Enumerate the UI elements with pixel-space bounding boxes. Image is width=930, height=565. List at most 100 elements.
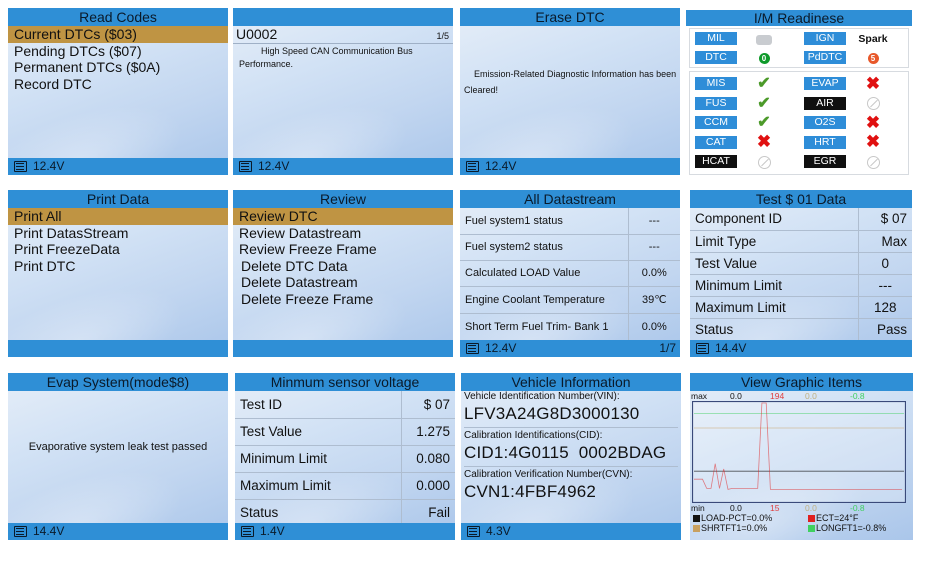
battery-icon xyxy=(14,526,27,537)
field-name: Test Value xyxy=(235,418,401,446)
not-supported-icon xyxy=(866,97,880,111)
legend-swatch xyxy=(808,524,815,532)
vin-value: LFV3A24G8D3000130 xyxy=(464,404,640,423)
menu-item-delete-dtc-data[interactable]: Delete DTC Data xyxy=(233,258,453,275)
field-value: $ 07 xyxy=(400,391,455,419)
table-row[interactable]: Short Term Fuel Trim- Bank 1 0.0% xyxy=(460,313,680,340)
min-value-shrtft1: 0.0 xyxy=(805,503,817,513)
test01-table: Component ID $ 07 Limit Type Max Test Valu… xyxy=(690,208,912,340)
screen-title: Evap System(mode$8) xyxy=(8,373,228,391)
graph-min-row: min 0.0 15 0.0 -0.8 xyxy=(690,503,913,513)
max-value-ect: 194 xyxy=(770,391,785,401)
all-datastream-screen: All Datastream Fuel system1 status --- Fu… xyxy=(460,190,680,357)
field-value: 128 xyxy=(857,296,912,319)
table-row: Test Value 0 xyxy=(690,252,912,275)
graph-max-row: max 0.0 194 0.0 -0.8 xyxy=(690,391,913,401)
status-cell: ✖ xyxy=(846,114,900,131)
menu-item-current-dtcs[interactable]: Current DTCs ($03) xyxy=(8,26,228,43)
min-value-load-pct: 0.0 xyxy=(730,503,742,513)
evap-message: Evaporative system leak test passed xyxy=(28,441,208,453)
menu-item-print-all[interactable]: Print All xyxy=(8,208,228,225)
status-cell xyxy=(737,155,791,169)
mil-label: MIL xyxy=(695,32,737,45)
evap-screen: Evap System(mode$8) Evaporative system l… xyxy=(8,373,228,540)
voltage-readout: 12.4V xyxy=(485,159,517,173)
monitor-label-cat: CAT xyxy=(695,135,737,149)
menu-item-print-datastream[interactable]: Print DatasStream xyxy=(8,225,228,242)
menu-item-print-dtc[interactable]: Print DTC xyxy=(8,258,228,275)
monitor-row: CCM ✔ O2S ✖ xyxy=(690,113,908,133)
voltage-readout: 14.4V xyxy=(715,341,747,355)
screen-title: Test $ 01 Data xyxy=(690,190,912,208)
graph-plot xyxy=(692,401,906,503)
battery-icon xyxy=(241,526,254,537)
menu-item-review-datastream[interactable]: Review Datastream xyxy=(233,225,453,242)
battery-icon xyxy=(239,161,252,172)
erase-message: Emission-Related Diagnostic Information … xyxy=(464,69,677,95)
review-menu: Review DTC Review Datastream Review Free… xyxy=(233,208,453,307)
min-value-ect: 15 xyxy=(770,503,780,513)
engine-icon xyxy=(756,34,772,45)
max-value-load-pct: 0.0 xyxy=(730,391,742,401)
battery-icon xyxy=(467,526,480,537)
status-bar: 12.4V 1/7 xyxy=(460,340,680,357)
dtc-header: U0002 1/5 xyxy=(233,26,453,44)
status-bar: 14.4V xyxy=(690,340,912,357)
menu-item-delete-freeze-frame[interactable]: Delete Freeze Frame xyxy=(233,291,453,308)
table-row[interactable]: Fuel system1 status --- xyxy=(460,208,680,235)
screen-title: I/M Readinese xyxy=(686,10,912,26)
pddtc-count-badge: 5 xyxy=(867,53,879,65)
pid-name: Fuel system2 status xyxy=(460,234,628,261)
monitor-label-fus: FUS xyxy=(695,96,737,110)
graph-screen: View Graphic Items max 0.0 194 0.0 -0.8 min… xyxy=(690,373,913,540)
dtc-description: High Speed CAN Communication Bus Perform… xyxy=(239,46,413,69)
voltage-readout: 12.4V xyxy=(485,341,517,355)
legend-label: LOAD-PCT=0.0% xyxy=(701,513,773,523)
menu-item-record-dtc[interactable]: Record DTC xyxy=(8,76,228,93)
pddtc-label: PdDTC xyxy=(804,51,846,64)
legend-swatch xyxy=(693,524,700,532)
vin-section: Vehicle Identification Number(VIN): LFV3… xyxy=(464,391,678,428)
status-cell: 0 xyxy=(737,51,791,65)
battery-icon xyxy=(466,161,479,172)
status-bar: 14.4V xyxy=(8,523,228,540)
im-row: DTC 0 PdDTC 5 xyxy=(690,48,908,67)
legend-label: ECT=24°F xyxy=(816,513,859,523)
datastream-table: Fuel system1 status --- Fuel system2 stat… xyxy=(460,208,680,340)
menu-item-print-freezedata[interactable]: Print FreezeData xyxy=(8,241,228,258)
not-supported-icon xyxy=(866,155,880,169)
dtc-label: DTC xyxy=(695,51,737,64)
table-row: Maximum Limit 0.000 xyxy=(235,472,455,500)
legend-swatch xyxy=(808,514,815,522)
monitor-row: MIS ✔ EVAP ✖ xyxy=(690,74,908,94)
menu-item-review-dtc[interactable]: Review DTC xyxy=(233,208,453,225)
menu-item-review-freeze-frame[interactable]: Review Freeze Frame xyxy=(233,241,453,258)
read-codes-menu: Current DTCs ($03) Pending DTCs ($07) Pe… xyxy=(8,26,228,92)
screen-title xyxy=(233,8,453,26)
min-label: min xyxy=(691,503,705,513)
test01-screen: Test $ 01 Data Component ID $ 07 Limit Ty… xyxy=(690,190,912,357)
table-row[interactable]: Calculated LOAD Value 0.0% xyxy=(460,260,680,287)
monitor-label-air: AIR xyxy=(804,96,846,110)
menu-item-delete-datastream[interactable]: Delete Datastream xyxy=(233,274,453,291)
menu-item-pending-dtcs[interactable]: Pending DTCs ($07) xyxy=(8,43,228,60)
field-name: Maximum Limit xyxy=(235,472,401,500)
table-row[interactable]: Engine Coolant Temperature 39℃ xyxy=(460,286,680,314)
status-cell: ✖ xyxy=(737,133,791,150)
dtc-code: U0002 xyxy=(236,26,278,42)
pid-value: 39℃ xyxy=(627,286,680,314)
menu-item-permanent-dtcs[interactable]: Permanent DTCs ($0A) xyxy=(8,59,228,76)
cvn-label: Calibration Verification Number(CVN): xyxy=(464,469,633,480)
cid-value: CID1:4G0115 0002BDAG xyxy=(464,443,667,462)
field-value: 0.000 xyxy=(400,472,455,500)
pid-name: Engine Coolant Temperature xyxy=(460,286,628,314)
graph-legend: LOAD-PCT=0.0% ECT=24°F SHRTFT1=0.0% LONGFT1… xyxy=(690,513,913,533)
monitor-label-hcat: HCAT xyxy=(695,155,737,169)
table-row: Limit Type Max xyxy=(690,230,912,253)
plot-frame xyxy=(692,401,906,503)
legend-label: SHRTFT1=0.0% xyxy=(701,523,768,533)
legend-item: SHRTFT1=0.0% xyxy=(693,523,767,533)
status-cell: Spark xyxy=(846,31,900,46)
field-name: Minimum Limit xyxy=(690,274,858,297)
table-row[interactable]: Fuel system2 status --- xyxy=(460,234,680,261)
